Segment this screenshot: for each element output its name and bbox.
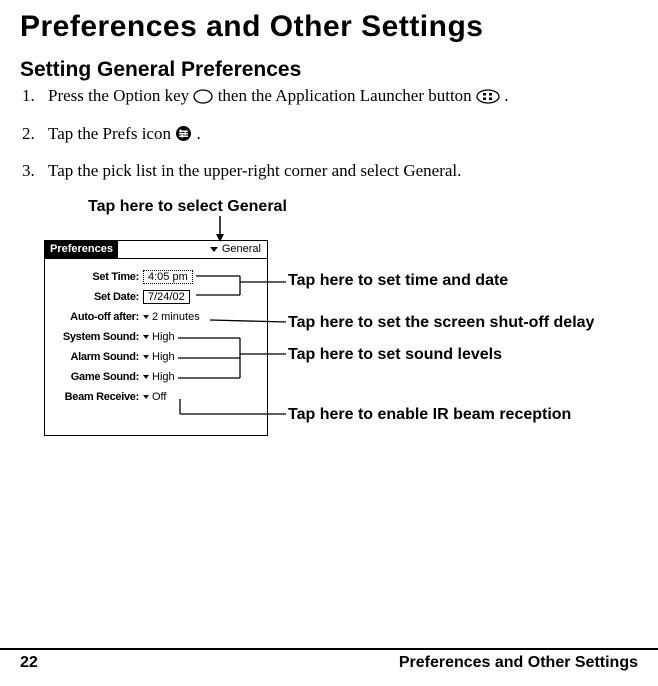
hint-beam-receive: Tap here to enable IR beam reception xyxy=(288,406,571,424)
row-auto-off[interactable]: Auto-off after: 2 minutes xyxy=(51,309,261,325)
hint-time-date: Tap here to set time and date xyxy=(288,272,508,290)
hint-select-general: Tap here to select General xyxy=(88,198,287,216)
chevron-down-icon xyxy=(143,355,149,359)
section-subtitle: Setting General Preferences xyxy=(20,58,638,82)
value-set-date[interactable]: 7/24/02 xyxy=(143,290,190,304)
mock-picklist[interactable]: General xyxy=(210,243,267,255)
row-game-sound[interactable]: Game Sound: High xyxy=(51,369,261,385)
chevron-down-icon xyxy=(143,315,149,319)
row-set-time[interactable]: Set Time: 4:05 pm xyxy=(51,269,261,285)
app-launcher-icon xyxy=(476,87,500,112)
page-title: Preferences and Other Settings xyxy=(20,10,638,44)
steps-list: Press the Option key then the Applicatio… xyxy=(20,84,638,184)
value-alarm-sound: High xyxy=(152,351,175,363)
option-key-icon xyxy=(193,87,213,112)
step-1-text-b: then the Application Launcher button xyxy=(218,86,476,105)
page-footer: 22 Preferences and Other Settings xyxy=(0,648,658,672)
step-2: Tap the Prefs icon . xyxy=(20,122,638,150)
mock-app-title: Preferences xyxy=(45,241,118,258)
chevron-down-icon xyxy=(143,335,149,339)
row-alarm-sound[interactable]: Alarm Sound: High xyxy=(51,349,261,365)
step-1-text-c: . xyxy=(504,86,508,105)
page-number: 22 xyxy=(20,654,38,672)
chevron-down-icon xyxy=(143,375,149,379)
value-game-sound: High xyxy=(152,371,175,383)
step-1-text-a: Press the Option key xyxy=(48,86,193,105)
step-1: Press the Option key then the Applicatio… xyxy=(20,84,638,112)
label-game-sound: Game Sound: xyxy=(51,371,143,383)
figure-area: Tap here to select General Tap here to s… xyxy=(40,198,638,468)
value-system-sound: High xyxy=(152,331,175,343)
mock-picklist-value: General xyxy=(222,243,261,255)
step-2-text-a: Tap the Prefs icon xyxy=(48,124,175,143)
step-2-text-b: . xyxy=(196,124,200,143)
label-auto-off: Auto-off after: xyxy=(51,311,143,323)
chevron-down-icon xyxy=(143,395,149,399)
value-beam-receive: Off xyxy=(152,391,166,403)
label-beam-receive: Beam Receive: xyxy=(51,391,143,403)
hint-sound-levels: Tap here to set sound levels xyxy=(288,346,502,364)
hint-shutoff-delay: Tap here to set the screen shut-off dela… xyxy=(288,314,594,332)
row-set-date[interactable]: Set Date: 7/24/02 xyxy=(51,289,261,305)
mock-header: Preferences General xyxy=(45,241,267,259)
label-alarm-sound: Alarm Sound: xyxy=(51,351,143,363)
label-set-time: Set Time: xyxy=(51,271,143,283)
step-3: Tap the pick list in the upper-right cor… xyxy=(20,159,638,184)
footer-section-title: Preferences and Other Settings xyxy=(399,654,638,672)
prefs-mock-screenshot: Preferences General Set Time: 4:05 pm Se… xyxy=(44,240,268,436)
row-system-sound[interactable]: System Sound: High xyxy=(51,329,261,345)
label-system-sound: System Sound: xyxy=(51,331,143,343)
prefs-icon xyxy=(175,125,192,150)
value-auto-off: 2 minutes xyxy=(152,311,200,323)
row-beam-receive[interactable]: Beam Receive: Off xyxy=(51,389,261,405)
value-set-time[interactable]: 4:05 pm xyxy=(143,270,193,284)
label-set-date: Set Date: xyxy=(51,291,143,303)
chevron-down-icon xyxy=(210,247,218,252)
